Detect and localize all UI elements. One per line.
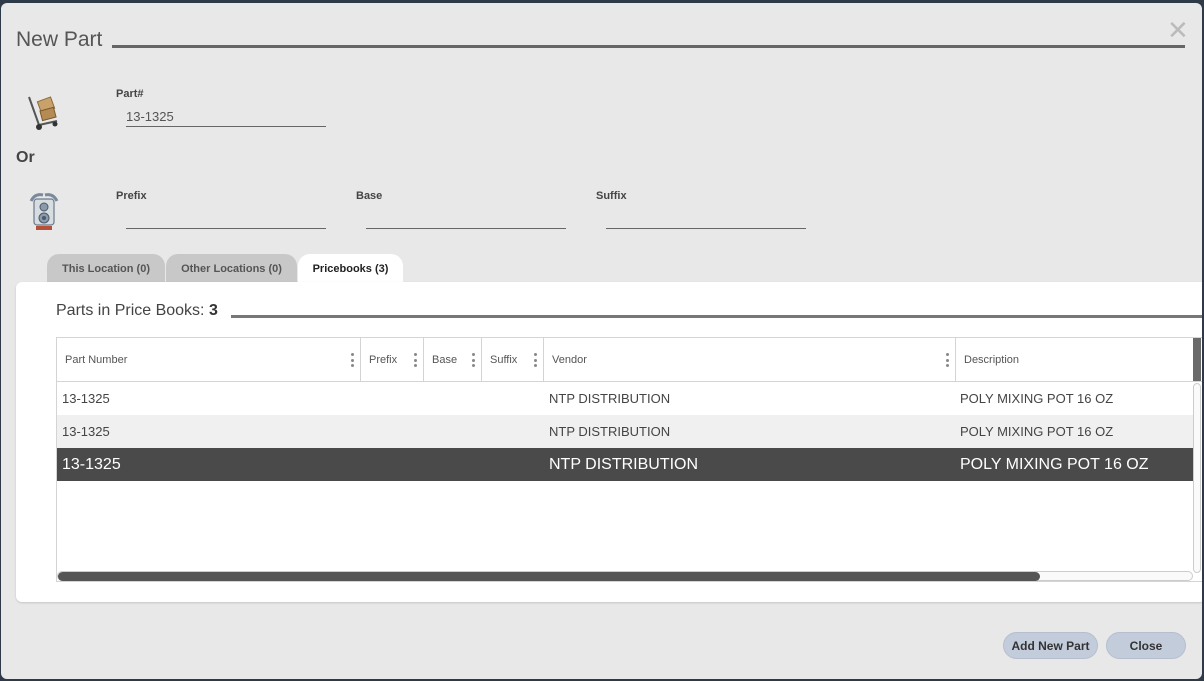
tab-other-locations[interactable]: Other Locations (0) xyxy=(166,254,297,284)
cell-part-number: 13-1325 xyxy=(62,391,110,406)
pricebooks-panel: Parts in Price Books: 3 Part Number Pref… xyxy=(16,282,1202,602)
column-header-label: Vendor xyxy=(552,354,587,366)
close-icon[interactable]: ✕ xyxy=(1167,17,1189,43)
column-header-description[interactable]: Description xyxy=(956,338,1193,382)
pricebooks-count: 3 xyxy=(208,302,218,319)
column-menu-icon[interactable] xyxy=(472,353,475,367)
or-label: Or xyxy=(16,149,35,166)
vertical-scrollbar[interactable] xyxy=(1193,383,1201,573)
dialog-title: New Part xyxy=(16,28,103,51)
table-row[interactable]: 13-1325 NTP DISTRIBUTION POLY MIXING POT… xyxy=(57,415,1193,448)
column-header-prefix[interactable]: Prefix xyxy=(361,338,424,382)
cell-description: POLY MIXING POT 16 OZ xyxy=(960,455,1149,473)
column-header-part-number[interactable]: Part Number xyxy=(57,338,361,382)
column-header-label: Base xyxy=(432,354,458,366)
cell-part-number: 13-1325 xyxy=(62,455,121,473)
cell-vendor: NTP DISTRIBUTION xyxy=(549,424,671,439)
table-row[interactable]: 13-1325 NTP DISTRIBUTION POLY MIXING POT… xyxy=(57,382,1193,415)
cell-description: POLY MIXING POT 16 OZ xyxy=(960,424,1114,439)
panel-divider xyxy=(231,315,1202,318)
grid-header: Part Number Prefix Base Suffix Vendor De… xyxy=(57,338,1202,382)
horizontal-scrollbar-thumb[interactable] xyxy=(58,572,1040,581)
part-number-input[interactable] xyxy=(126,109,326,127)
column-header-label: Part Number xyxy=(65,354,128,366)
cell-description: POLY MIXING POT 16 OZ xyxy=(960,391,1114,406)
title-divider xyxy=(112,45,1185,48)
panel-title-text: Parts in Price Books: xyxy=(56,302,205,319)
column-header-label: Description xyxy=(964,354,1020,366)
tab-this-location[interactable]: This Location (0) xyxy=(47,254,165,284)
prefix-input[interactable] xyxy=(126,211,326,229)
close-button[interactable]: Close xyxy=(1106,632,1186,659)
column-menu-icon[interactable] xyxy=(351,353,354,367)
tab-pricebooks[interactable]: Pricebooks (3) xyxy=(298,254,403,284)
table-row-selected[interactable]: 13-1325 NTP DISTRIBUTION POLY MIXING POT… xyxy=(57,448,1193,481)
panel-title: Parts in Price Books: 3 xyxy=(56,302,218,320)
prefix-label: Prefix xyxy=(116,190,147,202)
column-menu-icon[interactable] xyxy=(414,353,417,367)
base-input[interactable] xyxy=(366,211,566,229)
suffix-input[interactable] xyxy=(606,211,806,229)
base-label: Base xyxy=(356,190,383,202)
cell-part-number: 13-1325 xyxy=(62,424,110,439)
column-header-base[interactable]: Base xyxy=(424,338,482,382)
column-header-label: Prefix xyxy=(369,354,398,366)
hand-truck-boxes-icon xyxy=(25,91,63,131)
pricebooks-grid: Part Number Prefix Base Suffix Vendor De… xyxy=(56,337,1202,582)
column-header-vendor[interactable]: Vendor xyxy=(544,338,956,382)
column-menu-icon[interactable] xyxy=(946,353,949,367)
vertical-scrollbar-thumb[interactable] xyxy=(1193,338,1201,381)
column-menu-icon[interactable] xyxy=(534,353,537,367)
new-part-dialog: New Part ✕ Part# Or Prefix Base Suffix xyxy=(1,3,1202,679)
column-header-label: Suffix xyxy=(490,354,518,366)
column-header-suffix[interactable]: Suffix xyxy=(482,338,544,382)
cell-vendor: NTP DISTRIBUTION xyxy=(549,391,671,406)
add-new-part-button[interactable]: Add New Part xyxy=(1003,632,1098,659)
cell-vendor: NTP DISTRIBUTION xyxy=(549,455,699,473)
brake-rotor-parts-icon xyxy=(25,191,63,233)
part-number-label: Part# xyxy=(116,88,144,100)
suffix-label: Suffix xyxy=(596,190,627,202)
